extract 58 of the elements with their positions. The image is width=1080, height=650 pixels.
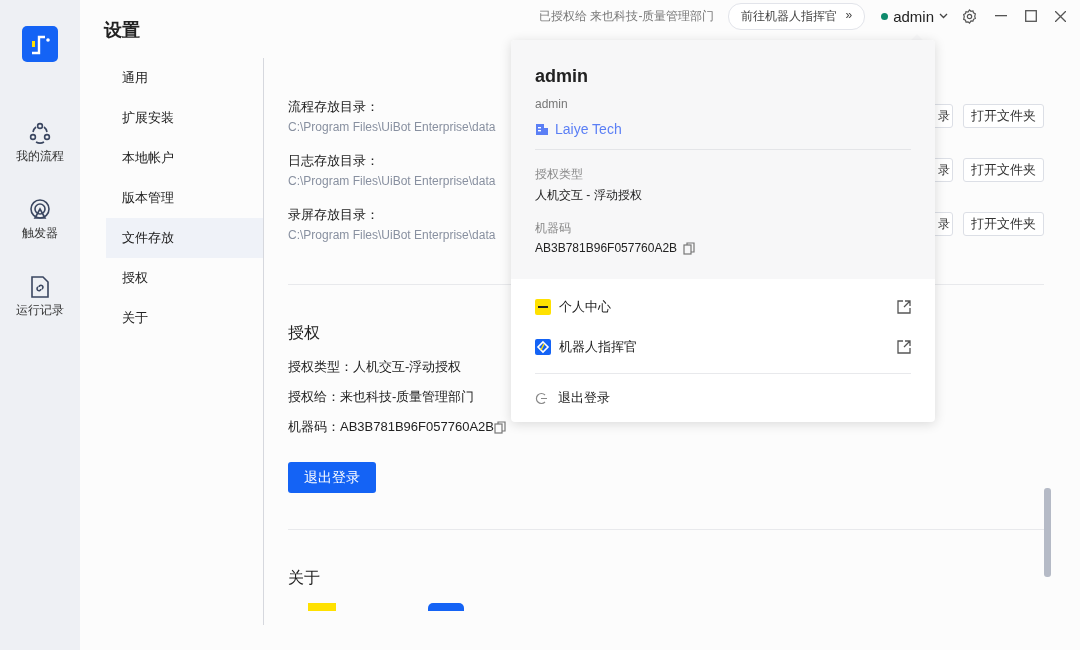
broadcast-icon (29, 199, 51, 221)
rail-nav-item[interactable]: 我的流程 (16, 122, 64, 165)
settings-nav-item[interactable]: 文件存放 (106, 218, 263, 258)
diamond-logo-icon (535, 339, 551, 355)
settings-nav-item[interactable]: 扩展安装 (106, 98, 263, 138)
settings-nav-item[interactable]: 关于 (106, 298, 263, 338)
logout-button[interactable]: 退出登录 (288, 462, 376, 493)
logout-icon (535, 391, 548, 405)
directory-path: C:\Program Files\UiBot Enterprise\data (288, 120, 497, 134)
external-link-icon[interactable] (897, 340, 911, 354)
open-folder-button[interactable]: 打开文件夹 (963, 212, 1044, 236)
logout-menu-item[interactable]: 退出登录 (558, 389, 610, 407)
popup-account: admin (535, 97, 569, 111)
scrollbar[interactable] (1044, 488, 1051, 577)
close-icon[interactable] (1055, 10, 1066, 22)
menu-link[interactable]: 个人中心 (559, 298, 889, 316)
chevron-icon (939, 13, 948, 19)
field-label: 机器码 (535, 220, 572, 237)
section-title: 授权 (288, 323, 321, 343)
logo-icon (308, 603, 336, 611)
license-field: 授权给：来也科技-质量管理部门 (288, 388, 475, 406)
building-icon (535, 122, 549, 136)
rail-nav-item[interactable]: 触发器 (22, 199, 58, 242)
directory-label: 流程存放目录： (288, 98, 380, 116)
menu-link[interactable]: 机器人指挥官 (559, 338, 889, 356)
settings-icon[interactable] (962, 8, 977, 24)
popup-user-name: admin (535, 66, 589, 87)
page-title: 设置 (104, 19, 140, 42)
settings-nav-item[interactable]: 版本管理 (106, 178, 263, 218)
rail-nav-item[interactable]: 运行记录 (16, 276, 64, 319)
license-field: 机器码：AB3B781B96F057760A2B (288, 418, 494, 436)
open-folder-button[interactable]: 打开文件夹 (963, 158, 1044, 182)
logo-icon (428, 603, 464, 611)
settings-nav-item[interactable]: 通用 (106, 58, 263, 98)
license-field: 授权类型：人机交互-浮动授权 (288, 358, 462, 376)
nodes-icon (29, 122, 51, 144)
directory-path: C:\Program Files\UiBot Enterprise\data (288, 228, 497, 242)
settings-nav-item[interactable]: 本地帐户 (106, 138, 263, 178)
user-menu[interactable]: admin (881, 7, 948, 25)
field-value: 人机交互 - 浮动授权 (535, 187, 642, 204)
open-folder-button[interactable]: 打开文件夹 (963, 104, 1044, 128)
settings-nav-item[interactable]: 授权 (106, 258, 263, 298)
logo-icon (535, 299, 551, 315)
minimize-icon[interactable] (995, 15, 1007, 17)
field-value: AB3B781B96F057760A2B (535, 241, 678, 255)
document-icon (30, 276, 50, 298)
directory-path: C:\Program Files\UiBot Enterprise\data (288, 174, 497, 188)
app-logo-icon (22, 26, 58, 62)
section-title: 关于 (288, 568, 321, 588)
directory-label: 录屏存放目录： (288, 206, 380, 224)
copy-icon[interactable] (683, 241, 696, 255)
directory-label: 日志存放目录： (288, 152, 380, 170)
external-link-icon[interactable] (897, 300, 911, 314)
copy-icon[interactable] (493, 420, 506, 434)
commander-button[interactable]: 前往机器人指挥官 » (728, 2, 866, 30)
license-note: 已授权给 来也科技-质量管理部门 (539, 7, 715, 25)
maximize-icon[interactable] (1025, 10, 1037, 22)
field-label: 授权类型 (535, 166, 584, 183)
